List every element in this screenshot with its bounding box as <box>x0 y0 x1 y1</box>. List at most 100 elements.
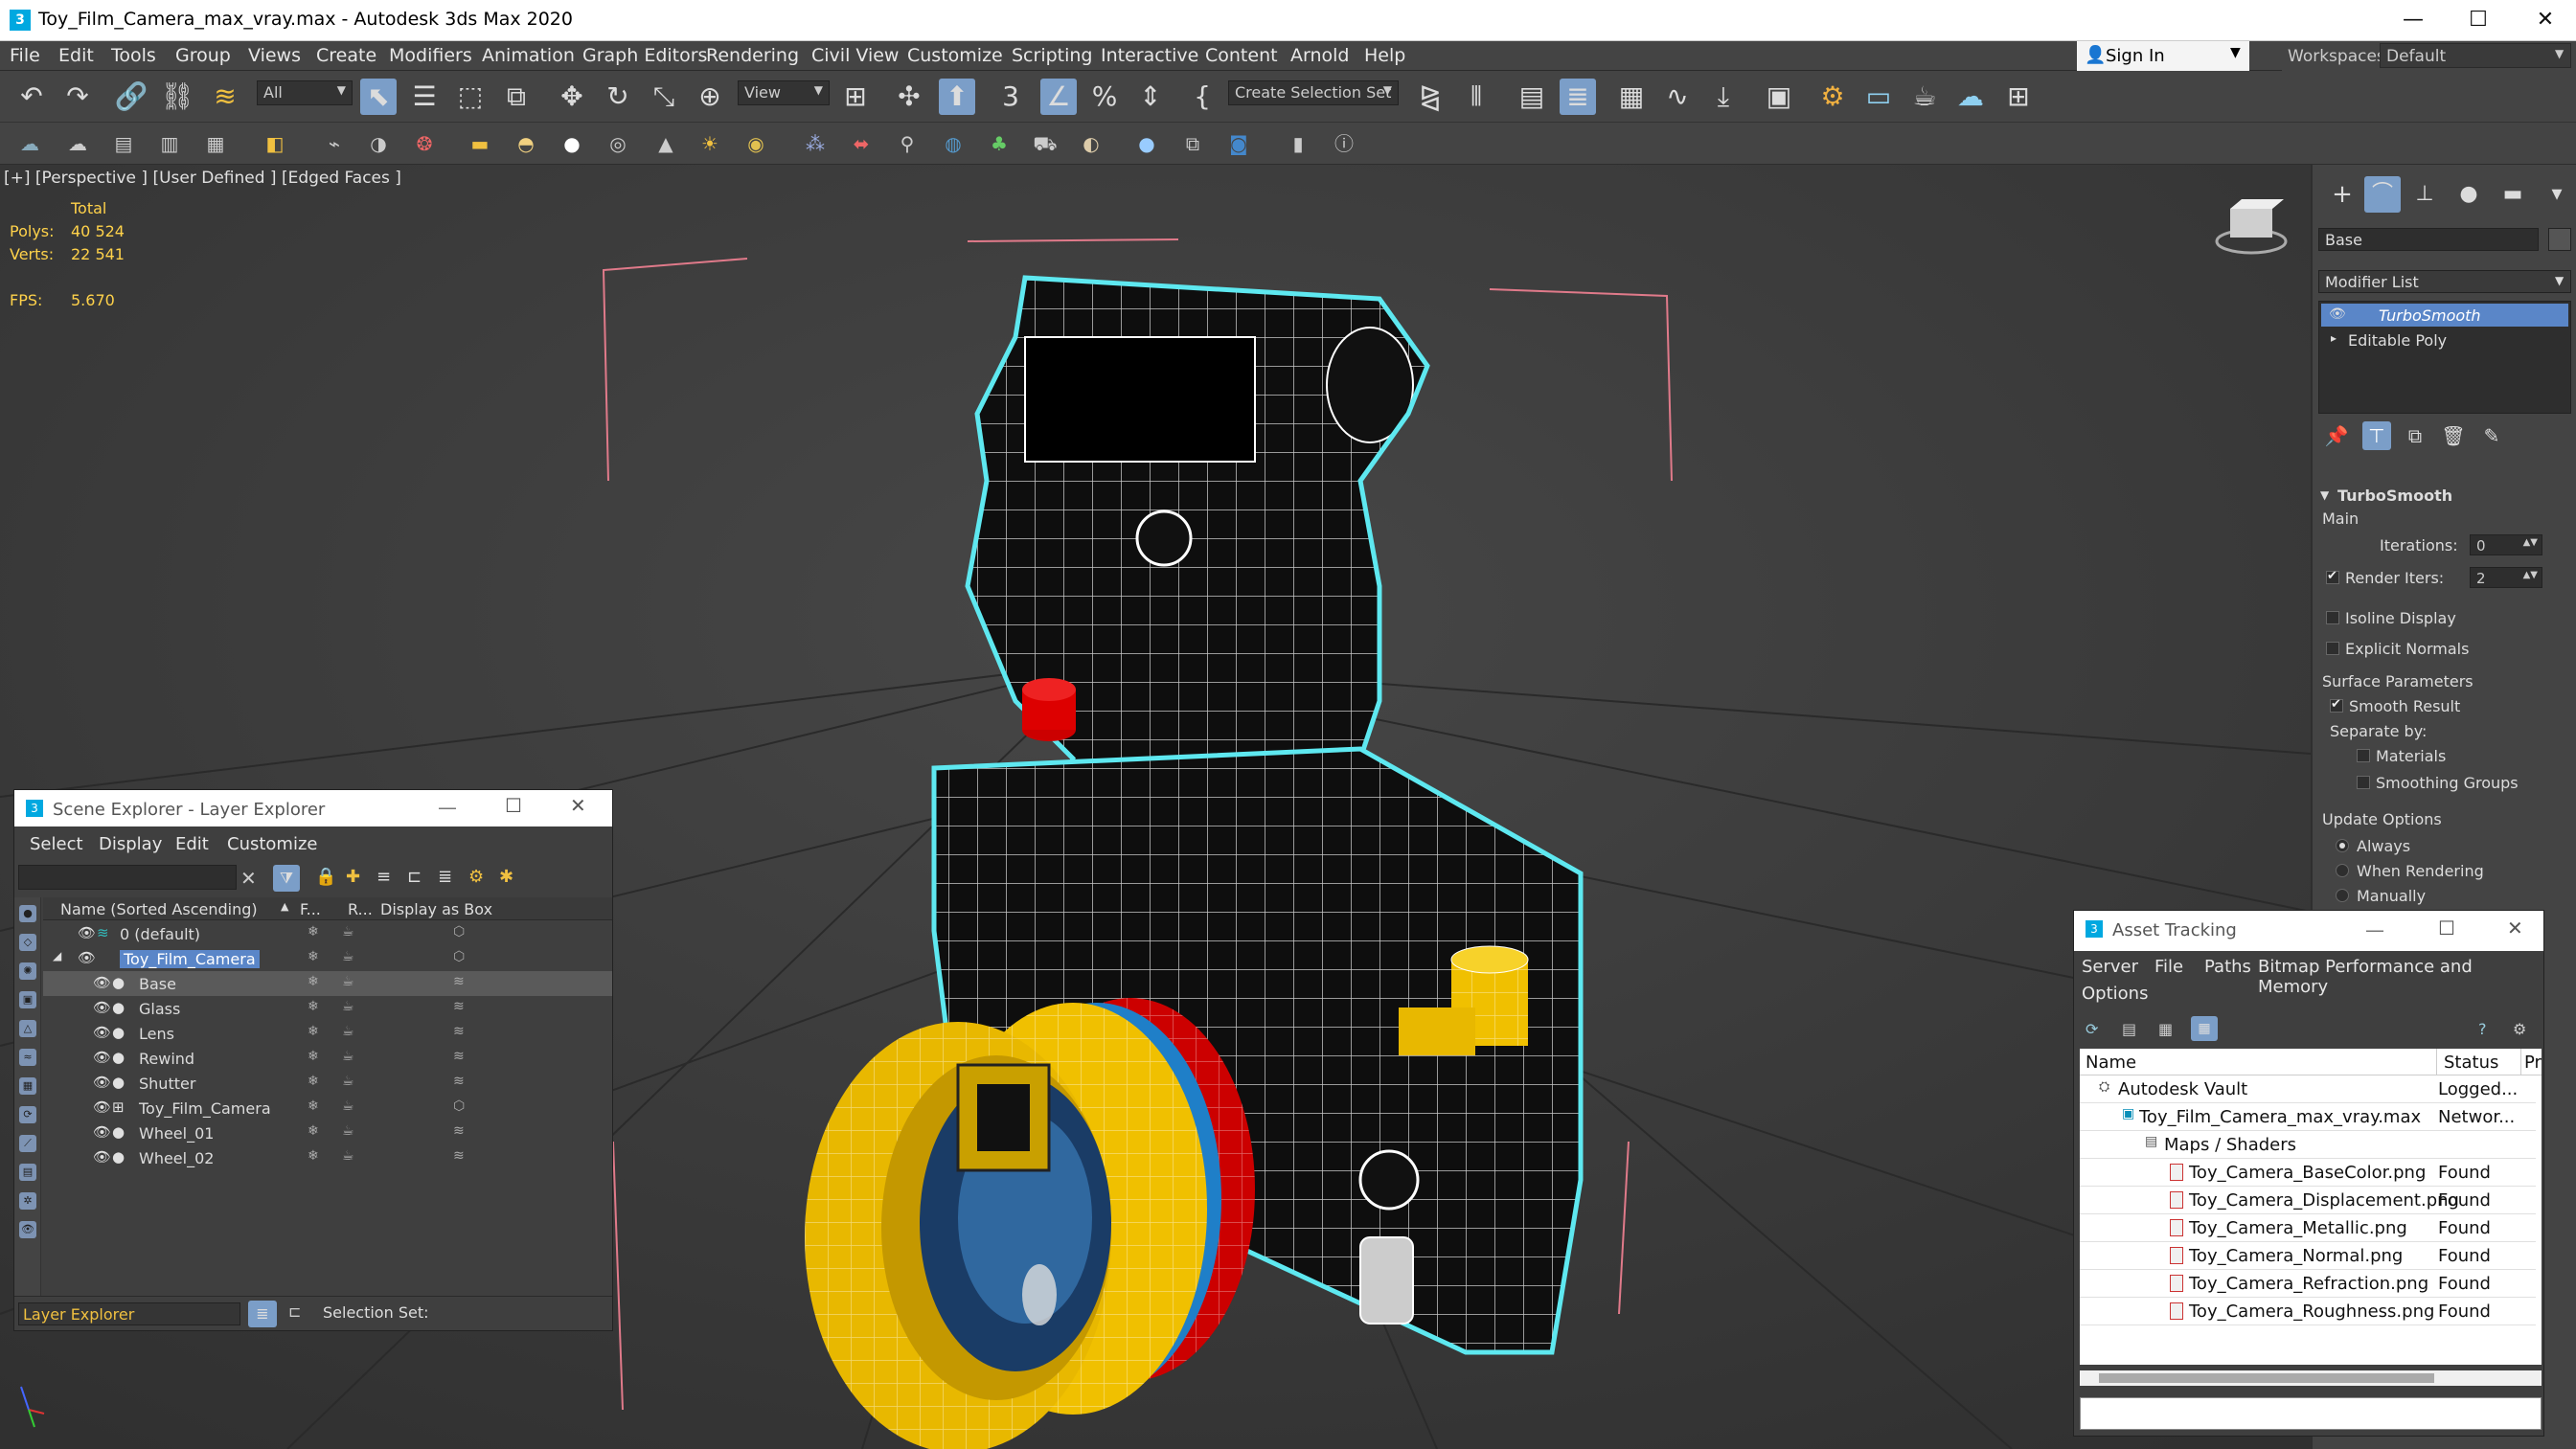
menu-file[interactable]: File <box>2154 957 2183 977</box>
render-iters-spinner[interactable]: 2 ▲▼ <box>2470 567 2542 588</box>
select-manipulate-icon[interactable]: ✣ <box>891 79 927 115</box>
cameras-filter-icon[interactable]: ▣ <box>19 991 36 1008</box>
expand-triangle-icon[interactable]: ▸ <box>2331 331 2337 345</box>
pivot-center-icon[interactable]: ⊞ <box>837 79 874 115</box>
box-icon[interactable]: ≋ <box>453 1024 465 1039</box>
tree-view-icon[interactable]: ▦ <box>2191 1016 2218 1041</box>
smoothing-groups-checkbox[interactable] <box>2357 776 2370 789</box>
filter-icon[interactable]: ⧩ <box>273 865 300 892</box>
remove-modifier-icon[interactable]: 🗑 <box>2439 421 2468 450</box>
material-editor-icon[interactable]: ▣ <box>1761 79 1797 115</box>
display-tab-icon[interactable]: ▬ <box>2495 176 2531 213</box>
spacewarps-filter-icon[interactable]: ≈ <box>19 1049 36 1066</box>
maximize-button[interactable]: ☐ <box>505 794 522 817</box>
toggle-layer-explorer-icon[interactable]: ≣ <box>1560 79 1596 115</box>
utilities-tab-icon[interactable]: ▾ <box>2539 176 2575 213</box>
make-unique-icon[interactable]: ⧉ <box>2401 421 2429 450</box>
settings-icon[interactable]: ⚙ <box>2513 1020 2526 1038</box>
deform-icon[interactable]: ◑ <box>364 129 393 158</box>
close-button[interactable]: ✕ <box>2507 917 2523 940</box>
close-button[interactable]: ✕ <box>2523 4 2567 36</box>
freeze-icon[interactable]: ❄ <box>308 949 319 964</box>
align-icon[interactable]: ⫴ <box>1458 79 1494 115</box>
material-sphere-icon[interactable]: ● <box>1132 129 1161 158</box>
menu-select[interactable]: Select <box>30 834 83 854</box>
help-icon[interactable]: ? <box>2478 1020 2487 1038</box>
rectangular-selection-icon[interactable]: ⬚ <box>452 79 489 115</box>
scene-explorer-titlebar[interactable]: 3 Scene Explorer - Layer Explorer — ☐ ✕ <box>14 790 612 826</box>
asset-row[interactable]: ▣ Toy_Film_Camera_max_vray.max Networ... <box>2080 1103 2536 1131</box>
eye-icon[interactable]: 👁 <box>93 1049 111 1066</box>
asset-row[interactable]: Toy_Camera_Refraction.png Found <box>2080 1270 2536 1298</box>
eye-icon[interactable]: 👁 <box>93 1098 111 1116</box>
eye-icon[interactable]: 👁 <box>93 1074 111 1091</box>
menu-customize[interactable]: Customize <box>907 45 1003 66</box>
pin-stack-icon[interactable]: 📌 <box>2322 421 2351 450</box>
table-view-icon[interactable]: ▦ <box>2158 1020 2173 1038</box>
light-icon[interactable]: ◉ <box>741 129 770 158</box>
help-icon[interactable]: ⓘ <box>1330 129 1358 158</box>
render-in-cloud-icon[interactable]: ☁ <box>1952 79 1989 115</box>
render-production-icon[interactable]: ☕ <box>1906 79 1943 115</box>
asset-row[interactable]: Toy_Camera_Roughness.png Found <box>2080 1298 2536 1325</box>
column-name-header[interactable]: Name (Sorted Ascending) <box>60 900 258 918</box>
hierarchy-tab-icon[interactable]: ⊥ <box>2406 176 2443 213</box>
layers-icon[interactable]: ≣ <box>438 867 452 887</box>
scene-search-input[interactable] <box>18 865 237 890</box>
containers-filter-icon[interactable]: ▤ <box>19 1164 36 1181</box>
menu-file[interactable]: File <box>10 45 40 66</box>
freeze-icon[interactable]: ❄ <box>308 999 319 1014</box>
render-icon[interactable]: ☕ <box>342 974 354 989</box>
list-icon[interactable]: ▥ <box>155 129 184 158</box>
maximize-button[interactable]: ☐ <box>2438 917 2455 940</box>
menu-paths[interactable]: Paths <box>2204 957 2251 977</box>
menu-civil-view[interactable]: Civil View <box>811 45 899 66</box>
menu-animation[interactable]: Animation <box>482 45 575 66</box>
render-setup-icon[interactable]: ⚙ <box>1814 79 1851 115</box>
isoline-display-checkbox[interactable] <box>2326 611 2339 624</box>
rollout-title[interactable]: TurboSmooth <box>2337 487 2452 505</box>
menu-scripting[interactable]: Scripting <box>1012 45 1093 66</box>
spiral-icon[interactable]: ◎ <box>604 129 632 158</box>
rotate-icon[interactable]: ↻ <box>600 79 636 115</box>
render-icon[interactable]: ☕ <box>342 1049 354 1064</box>
rendered-frame-window-icon[interactable]: ▭ <box>1860 79 1897 115</box>
clear-search-icon[interactable]: ✕ <box>240 867 257 890</box>
column-box-header[interactable]: Display as Box <box>380 900 492 918</box>
menu-rendering[interactable]: Rendering <box>706 45 799 66</box>
always-radio[interactable] <box>2336 839 2349 852</box>
cloth-icon[interactable]: ❂ <box>410 129 439 158</box>
spinner-snap-icon[interactable]: ⇕ <box>1132 79 1169 115</box>
menu-modifiers[interactable]: Modifiers <box>389 45 472 66</box>
angle-snap-icon[interactable]: ∠ <box>1040 79 1077 115</box>
freeze-icon[interactable]: ❄ <box>308 924 319 940</box>
edit-named-selection-icon[interactable]: { <box>1184 79 1220 115</box>
stack-item-editable-poly[interactable]: ▸ Editable Poly <box>2321 328 2568 351</box>
toggle-scene-explorer-icon[interactable]: ▤ <box>1514 79 1550 115</box>
tree-row[interactable]: 👁 ● Rewind ❄ ☕ ≋ <box>43 1046 612 1071</box>
freeze-icon[interactable]: ❄ <box>308 1074 319 1089</box>
menu-arnold[interactable]: Arnold <box>1290 45 1349 66</box>
eye-icon[interactable]: 👁 <box>2329 306 2346 322</box>
asset-row[interactable]: ⛭ Autodesk Vault Logged... <box>2080 1075 2536 1103</box>
freeze-icon[interactable]: ❄ <box>308 1123 319 1139</box>
render-icon[interactable]: ☕ <box>342 1024 354 1039</box>
eye-icon[interactable]: 👁 <box>93 1024 111 1041</box>
modify-tab-icon[interactable]: ⌒ <box>2364 176 2401 213</box>
tree-row[interactable]: 👁 ● Glass ❄ ☕ ≋ <box>43 996 612 1021</box>
freeze-icon[interactable]: ❄ <box>308 1024 319 1039</box>
render-icon[interactable]: ☕ <box>342 1098 354 1114</box>
asset-path-field[interactable] <box>2080 1397 2542 1430</box>
explicit-normals-checkbox[interactable] <box>2326 642 2339 655</box>
helpers-filter-icon[interactable]: △ <box>19 1020 36 1037</box>
visibility-filter-icon[interactable]: 👁 <box>19 1221 36 1238</box>
reference-coordinate-dropdown[interactable]: View ▼ <box>738 80 830 105</box>
menu-content[interactable]: Content <box>1205 45 1278 66</box>
asset-row[interactable]: ▤ Maps / Shaders <box>2080 1131 2536 1159</box>
box-icon[interactable]: ⬡ <box>453 949 465 964</box>
eye-icon[interactable]: 👁 <box>78 949 96 966</box>
add-to-layer-icon[interactable]: ≡ <box>376 867 391 887</box>
workspaces-dropdown[interactable]: Default ▼ <box>2380 43 2571 68</box>
sun-icon[interactable]: ☀ <box>695 129 724 158</box>
tree-row[interactable]: 👁 ● Wheel_02 ❄ ☕ ≋ <box>43 1145 612 1170</box>
